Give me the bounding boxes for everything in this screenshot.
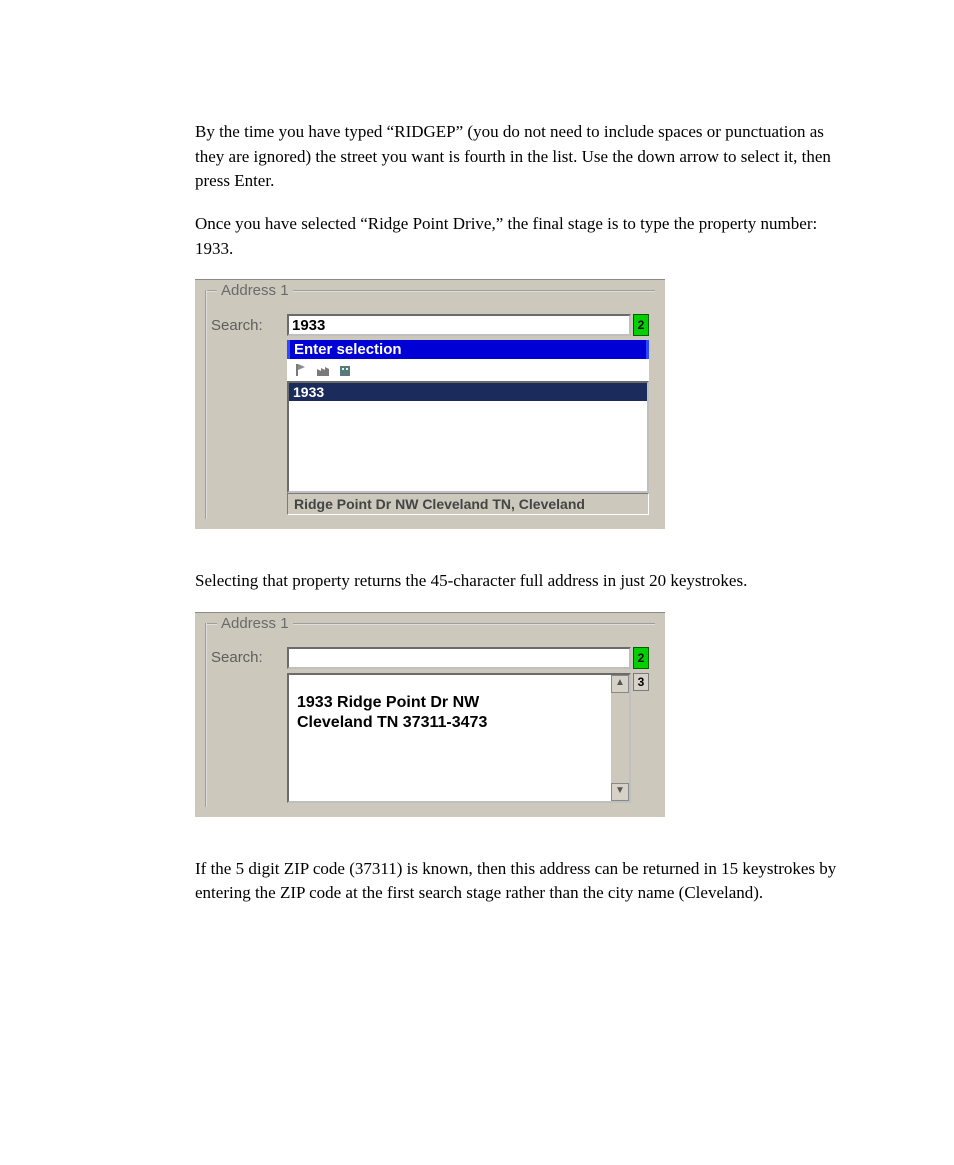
paragraph-3: Selecting that property returns the 45-c… (195, 569, 854, 594)
results-listbox[interactable]: 1933 (287, 381, 649, 493)
factory-icon[interactable] (315, 362, 331, 378)
paragraph-2: Once you have selected “Ridge Point Driv… (195, 212, 854, 261)
selection-header: Enter selection (287, 340, 649, 359)
scrollbar[interactable]: ▲ ▼ (611, 675, 629, 801)
building-icon[interactable] (337, 362, 353, 378)
scroll-up-icon[interactable]: ▲ (611, 675, 629, 693)
result-line: Cleveland TN 37311-3473 (297, 713, 621, 733)
search-input[interactable] (287, 314, 631, 336)
stage-badge-2: 2 (633, 647, 649, 669)
address-result-box[interactable]: ▲ ▼ 1933 Ridge Point Dr NW Cleveland TN … (287, 673, 631, 803)
search-label: Search: (211, 649, 287, 666)
address-groupbox-2: Address 1 Search: 2 ▲ ▼ 1933 Ridge Point… (195, 612, 665, 817)
search-input[interactable] (287, 647, 631, 669)
address-groupbox-1: Address 1 Search: 2 Enter selection (195, 279, 665, 529)
result-line: 1933 Ridge Point Dr NW (297, 693, 621, 713)
stage-badge-3: 3 (633, 673, 649, 691)
filter-icon-row (287, 359, 649, 381)
paragraph-4: If the 5 digit ZIP code (37311) is known… (195, 857, 854, 906)
flag-icon[interactable] (293, 362, 309, 378)
search-label: Search: (211, 317, 287, 334)
paragraph-1: By the time you have typed “RIDGEP” (you… (195, 120, 854, 194)
scroll-down-icon[interactable]: ▼ (611, 783, 629, 801)
status-bar: Ridge Point Dr NW Cleveland TN, Clevelan… (287, 493, 649, 515)
list-item[interactable]: 1933 (289, 383, 647, 401)
stage-badge: 2 (633, 314, 649, 336)
